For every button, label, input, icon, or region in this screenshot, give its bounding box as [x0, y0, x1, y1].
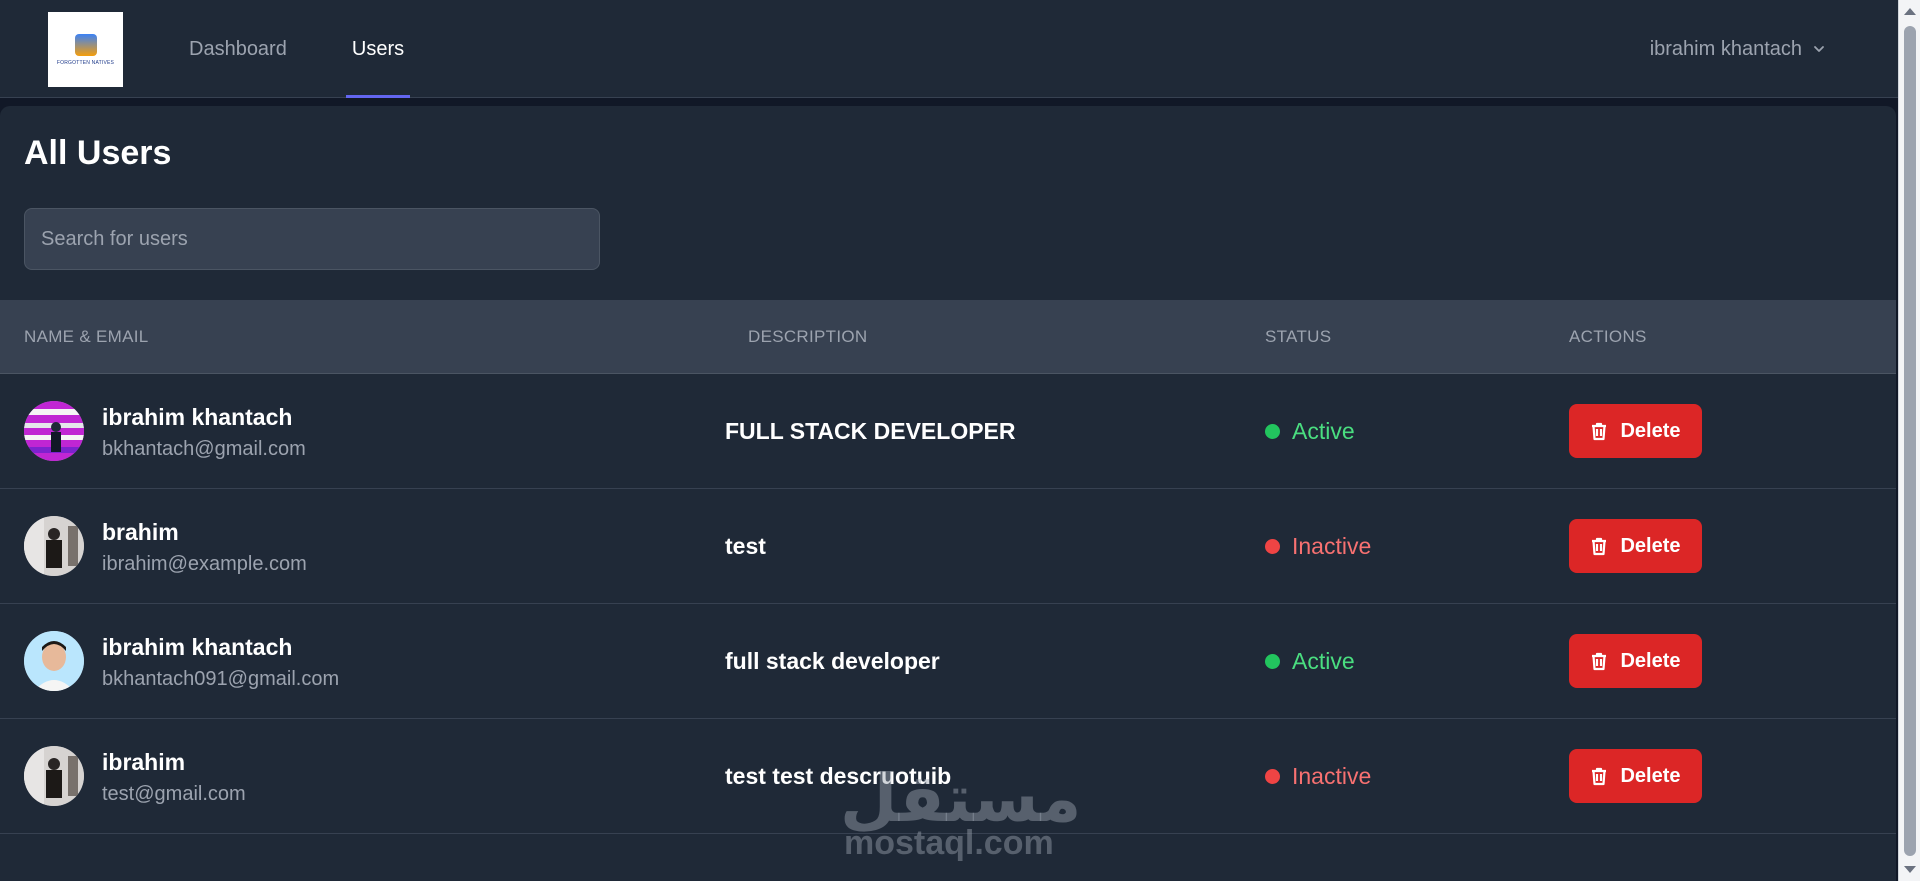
- table-row: ibrahim khantach bkhantach@gmail.com FUL…: [0, 374, 1896, 489]
- column-header-actions: ACTIONS: [1569, 326, 1647, 346]
- status-badge: Active: [1265, 418, 1355, 445]
- trash-icon: [1592, 652, 1607, 671]
- delete-button-label: Delete: [1620, 419, 1681, 442]
- search-input[interactable]: [24, 208, 600, 270]
- delete-button[interactable]: Delete: [1569, 634, 1702, 688]
- top-navbar: FORGOTTEN NATIVES Dashboard Users ibrahi…: [0, 0, 1898, 98]
- avatar: [24, 631, 84, 691]
- table-row: ibrahim khantach bkhantach091@gmail.com …: [0, 604, 1896, 719]
- column-header-name-email: NAME & EMAIL: [24, 326, 149, 346]
- scroll-thumb[interactable]: [1904, 26, 1916, 856]
- status-badge: Active: [1265, 648, 1355, 675]
- avatar: [24, 401, 84, 461]
- app-window: FORGOTTEN NATIVES Dashboard Users ibrahi…: [0, 0, 1920, 881]
- vertical-scrollbar[interactable]: [1898, 0, 1920, 881]
- avatar-icon: [24, 631, 84, 691]
- scroll-down-icon[interactable]: [1904, 866, 1916, 873]
- table-header: NAME & EMAIL DESCRIPTION STATUS ACTIONS: [0, 300, 1896, 374]
- status-badge: Inactive: [1265, 533, 1371, 560]
- user-description: test test descruotuib: [725, 763, 952, 789]
- user-description: full stack developer: [725, 648, 940, 674]
- trash-icon: [1592, 422, 1607, 441]
- delete-button-label: Delete: [1620, 649, 1681, 672]
- user-name: ibrahim khantach: [102, 634, 293, 660]
- status-dot-icon: [1265, 769, 1280, 784]
- nav-link-users-label: Users: [351, 37, 405, 60]
- status-dot-icon: [1265, 424, 1280, 439]
- user-email: bkhantach@gmail.com: [102, 438, 306, 460]
- delete-button[interactable]: Delete: [1569, 749, 1702, 803]
- logo-text: FORGOTTEN NATIVES: [56, 59, 115, 66]
- status-label: Inactive: [1292, 763, 1372, 789]
- user-email: ibrahim@example.com: [102, 553, 307, 575]
- page-title: All Users: [24, 134, 172, 172]
- user-name: brahim: [102, 519, 179, 545]
- users-card: All Users NAME & EMAIL DESCRIPTION STATU…: [0, 106, 1896, 881]
- user-description: FULL STACK DEVELOPER: [725, 418, 1016, 444]
- active-tab-indicator: [346, 95, 410, 98]
- avatar-icon: [24, 401, 84, 461]
- status-label: Inactive: [1292, 533, 1372, 559]
- avatar-icon: [24, 516, 84, 576]
- avatar: [24, 746, 84, 806]
- column-header-status: STATUS: [1265, 326, 1332, 346]
- delete-button[interactable]: Delete: [1569, 519, 1702, 573]
- avatar-icon: [24, 746, 84, 806]
- user-name: ibrahim: [102, 749, 186, 775]
- table-row: brahim ibrahim@example.com test Inactive…: [0, 489, 1896, 604]
- status-dot-icon: [1265, 654, 1280, 669]
- user-menu[interactable]: ibrahim khantach: [1650, 0, 1826, 98]
- table-row: ibrahim test@gmail.com test test descruo…: [0, 719, 1896, 834]
- scroll-up-icon[interactable]: [1904, 8, 1916, 15]
- status-badge: Inactive: [1265, 763, 1371, 790]
- delete-button[interactable]: Delete: [1569, 404, 1702, 458]
- trash-icon: [1592, 537, 1607, 556]
- user-menu-name: ibrahim khantach: [1649, 37, 1802, 60]
- delete-button-label: Delete: [1620, 534, 1681, 557]
- user-description: test: [725, 533, 766, 559]
- column-header-description: DESCRIPTION: [748, 326, 868, 346]
- status-label: Active: [1292, 648, 1355, 674]
- trash-icon: [1592, 767, 1607, 786]
- chevron-down-icon: [1814, 46, 1824, 52]
- status-dot-icon: [1265, 539, 1280, 554]
- nav-link-dashboard[interactable]: Dashboard: [189, 0, 287, 98]
- users-table: NAME & EMAIL DESCRIPTION STATUS ACTIONS: [0, 300, 1896, 834]
- status-label: Active: [1292, 418, 1355, 444]
- logo-icon: [74, 33, 97, 56]
- user-email: test@gmail.com: [102, 783, 246, 805]
- nav-link-users[interactable]: Users: [346, 0, 410, 98]
- delete-button-label: Delete: [1620, 764, 1681, 787]
- user-email: bkhantach091@gmail.com: [102, 668, 340, 690]
- user-name: ibrahim khantach: [102, 404, 293, 430]
- logo[interactable]: FORGOTTEN NATIVES: [48, 12, 123, 87]
- avatar: [24, 516, 84, 576]
